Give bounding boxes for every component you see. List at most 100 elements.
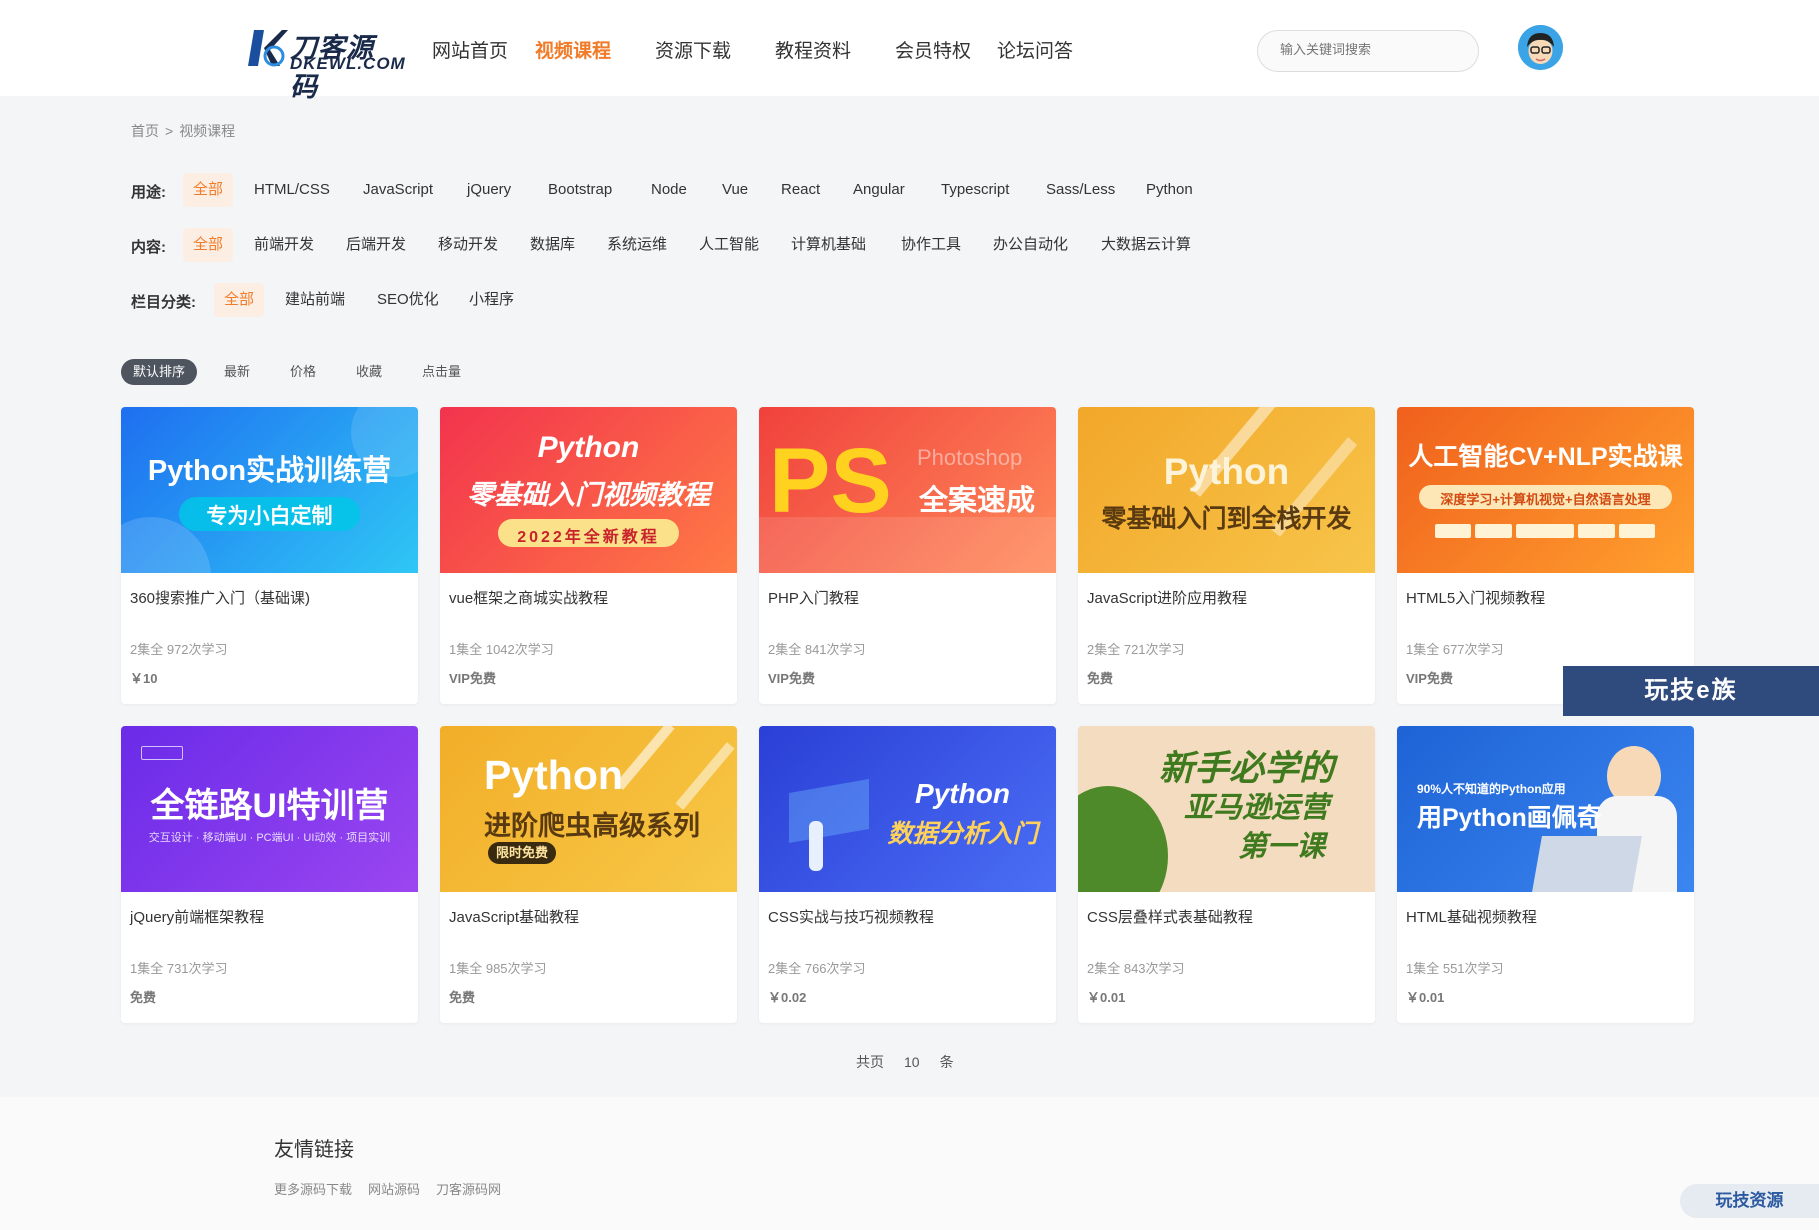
course-thumbnail[interactable]: PS Photoshop 全案速成 [759,407,1056,573]
filter-usage-node[interactable]: Node [641,173,697,207]
nav-home[interactable]: 网站首页 [432,36,508,63]
course-card[interactable]: 人工智能CV+NLP实战课 深度学习+计算机视觉+自然语言处理 HTML5入门视… [1397,407,1694,704]
course-card[interactable]: 新手必学的 亚马逊运营 第一课 CSS层叠样式表基础教程 2集全 843次学习 … [1078,726,1375,1023]
course-card[interactable]: Python 零基础入门到全栈开发 JavaScript进阶应用教程 2集全 7… [1078,407,1375,704]
course-meta: 1集全 677次学习 [1406,642,1504,657]
thumb-subtitle: 亚马逊运营 [1183,792,1329,824]
filter-column-miniprogram[interactable]: 小程序 [459,283,524,317]
sort-price[interactable]: 价格 [278,359,328,385]
course-title[interactable]: CSS层叠样式表基础教程 [1087,906,1253,927]
watermark-badge: 玩技e族 [1563,666,1819,716]
course-card[interactable]: Python 零基础入门视频教程 2022年全新教程 vue框架之商城实战教程 … [440,407,737,704]
course-title[interactable]: JavaScript进阶应用教程 [1087,587,1247,608]
course-thumbnail[interactable]: 全链路UI特训营 交互设计 · 移动端UI · PC端UI · UI动效 · 项… [121,726,418,892]
course-card[interactable]: Python 进阶爬虫高级系列 限时免费 JavaScript基础教程 1集全 … [440,726,737,1023]
thumb-subtitle-2: 第一课 [1237,831,1325,863]
filter-usage: 用途: 全部 HTML/CSS JavaScript jQuery Bootst… [131,173,1231,207]
course-title[interactable]: JavaScript基础教程 [449,906,579,927]
filter-content-devops[interactable]: 系统运维 [597,228,677,262]
course-title[interactable]: vue框架之商城实战教程 [449,587,608,608]
course-title[interactable]: CSS实战与技巧视频教程 [768,906,934,927]
nav-forum[interactable]: 论坛问答 [997,36,1073,63]
logo-text-en: DKEWL.COM [290,54,406,73]
filter-content-office-automation[interactable]: 办公自动化 [983,228,1078,262]
thumb-title: 人工智能CV+NLP实战课 [1408,443,1683,471]
thumb-subtitle: 全案速成 [919,485,1036,517]
thumb-title: Python [484,752,623,798]
course-price: 免费 [130,990,157,1005]
breadcrumb-home[interactable]: 首页 [131,123,159,139]
header: 刀客源码 DKEWL.COM 网站首页 视频课程 资源下载 教程资料 会员特权 … [0,0,1819,102]
filter-content-frontend[interactable]: 前端开发 [244,228,324,262]
nav-tutorials[interactable]: 教程资料 [775,36,851,63]
filter-usage-angular[interactable]: Angular [843,173,915,207]
filter-content-ai[interactable]: 人工智能 [689,228,769,262]
friend-link[interactable]: 网站源码 [368,1182,420,1197]
filter-usage-javascript[interactable]: JavaScript [353,173,443,207]
filter-usage-sass-less[interactable]: Sass/Less [1036,173,1125,207]
filter-column-all[interactable]: 全部 [214,283,265,317]
nav-resource-download[interactable]: 资源下载 [655,36,731,63]
site-logo[interactable]: 刀客源码 DKEWL.COM [246,24,405,102]
filter-usage-html-css[interactable]: HTML/CSS [244,173,340,207]
pagination-count: 10 [904,1054,920,1070]
course-thumbnail[interactable]: Python 零基础入门视频教程 2022年全新教程 [440,407,737,573]
filter-content-cs-basics[interactable]: 计算机基础 [781,228,876,262]
course-thumbnail[interactable]: Python 零基础入门到全栈开发 [1078,407,1375,573]
filter-content-label: 内容: [131,239,166,256]
course-price: 免费 [1087,671,1114,686]
course-title[interactable]: jQuery前端框架教程 [130,906,264,927]
course-card[interactable]: Python实战训练营 专为小白定制 360搜索推广入门（基础课) 2集全 97… [121,407,418,704]
filter-usage-bootstrap[interactable]: Bootstrap [538,173,622,207]
filter-usage-jquery[interactable]: jQuery [457,173,521,207]
course-meta: 2集全 721次学习 [1087,642,1185,657]
filter-column-site-frontend[interactable]: 建站前端 [275,283,355,317]
course-title[interactable]: HTML基础视频教程 [1406,906,1537,927]
nav-video-courses[interactable]: 视频课程 [535,36,611,63]
filter-content-database[interactable]: 数据库 [520,228,585,262]
filter-content-mobile[interactable]: 移动开发 [428,228,508,262]
course-card[interactable]: 全链路UI特训营 交互设计 · 移动端UI · PC端UI · UI动效 · 项… [121,726,418,1023]
filter-usage-typescript[interactable]: Typescript [931,173,1019,207]
filter-content-collab-tools[interactable]: 协作工具 [891,228,971,262]
filter-content-backend[interactable]: 后端开发 [336,228,416,262]
filter-column-seo[interactable]: SEO优化 [367,283,449,317]
filter-usage-all[interactable]: 全部 [183,173,234,207]
course-price: ￥10 [130,671,158,686]
course-thumbnail[interactable]: Python实战训练营 专为小白定制 [121,407,418,573]
filter-usage-react[interactable]: React [771,173,830,207]
sort-default[interactable]: 默认排序 [121,359,198,385]
course-card[interactable]: 90%人不知道的Python应用 用Python画佩奇 HTML基础视频教程 1… [1397,726,1694,1023]
course-card[interactable]: Python 数据分析入门 CSS实战与技巧视频教程 2集全 766次学习 ￥0… [759,726,1056,1023]
nav-vip[interactable]: 会员特权 [895,36,971,63]
avatar-face-icon [1518,25,1563,70]
course-thumbnail[interactable]: Python 进阶爬虫高级系列 限时免费 [440,726,737,892]
course-title[interactable]: HTML5入门视频教程 [1406,587,1545,608]
sort-newest[interactable]: 最新 [212,359,262,385]
course-card[interactable]: PS Photoshop 全案速成 PHP入门教程 2集全 841次学习 VIP… [759,407,1056,704]
search-input[interactable] [1280,42,1460,57]
course-thumbnail[interactable]: 新手必学的 亚马逊运营 第一课 [1078,726,1375,892]
filter-content-bigdata[interactable]: 大数据云计算 [1091,228,1201,262]
course-thumbnail[interactable]: Python 数据分析入门 [759,726,1056,892]
friend-links-title: 友情链接 [274,1139,354,1161]
friend-link[interactable]: 更多源码下载 [274,1182,352,1197]
pagination-prefix: 共页 [856,1054,884,1070]
filter-usage-python[interactable]: Python [1136,173,1203,207]
course-meta: 2集全 843次学习 [1087,961,1185,976]
user-avatar[interactable] [1518,25,1563,70]
course-title[interactable]: 360搜索推广入门（基础课) [130,587,310,608]
course-thumbnail[interactable]: 人工智能CV+NLP实战课 深度学习+计算机视觉+自然语言处理 [1397,407,1694,573]
thumb-title: PS [769,430,892,532]
filter-content-all[interactable]: 全部 [183,228,234,262]
search-box[interactable] [1257,30,1479,72]
thumb-title: Python [915,778,1010,809]
thumb-subtitle: 用Python画佩奇 [1417,804,1602,832]
friend-link[interactable]: 刀客源码网 [436,1182,501,1197]
course-title[interactable]: PHP入门教程 [768,587,859,608]
sort-favorites[interactable]: 收藏 [344,359,394,385]
filter-usage-vue[interactable]: Vue [712,173,758,207]
course-thumbnail[interactable]: 90%人不知道的Python应用 用Python画佩奇 [1397,726,1694,892]
pagination: 共页 10 条 [856,1052,974,1072]
sort-views[interactable]: 点击量 [410,359,473,385]
